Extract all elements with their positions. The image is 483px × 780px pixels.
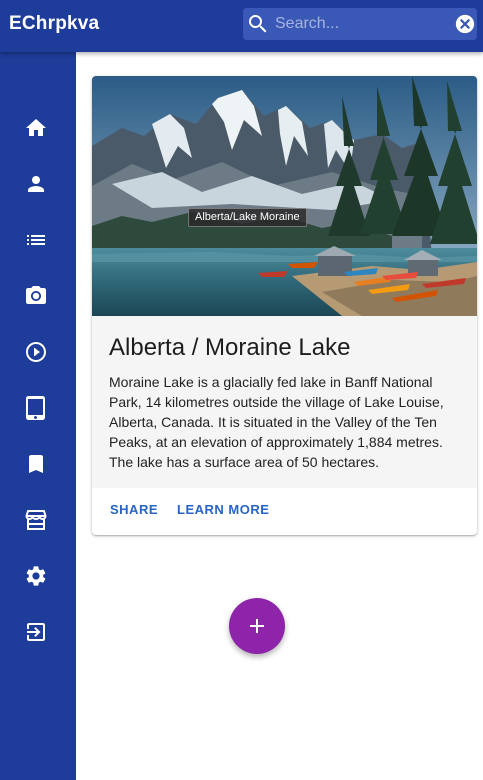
nav-item-tablet[interactable] <box>24 396 48 420</box>
tablet-icon <box>26 396 45 420</box>
clear-search-icon[interactable] <box>454 13 476 35</box>
image-tooltip: Alberta/Lake Moraine <box>188 208 307 227</box>
side-nav-drawer <box>0 52 76 780</box>
card-content: Alberta / Moraine Lake Moraine Lake is a… <box>92 316 477 488</box>
camera-icon <box>26 286 46 304</box>
nav-item-settings[interactable] <box>24 564 48 588</box>
play-circle-icon <box>26 342 46 362</box>
person-icon <box>28 176 44 192</box>
moraine-lake-photo <box>92 76 477 316</box>
store-icon <box>25 510 47 530</box>
nav-item-play[interactable] <box>24 340 48 364</box>
add-fab-button[interactable] <box>229 598 285 654</box>
app-bar: EChrpkva <box>0 0 483 52</box>
nav-item-logout[interactable] <box>24 620 48 644</box>
nav-item-bookmark[interactable] <box>24 452 48 476</box>
nav-item-camera[interactable] <box>24 284 48 308</box>
gear-icon <box>26 566 46 586</box>
search-icon <box>249 15 267 33</box>
nav-item-account[interactable] <box>24 172 48 196</box>
learn-more-button[interactable]: LEARN MORE <box>177 502 269 518</box>
exit-icon <box>27 623 45 641</box>
plus-icon <box>250 619 264 633</box>
card-description: Moraine Lake is a glacially fed lake in … <box>109 374 444 470</box>
nav-item-home[interactable] <box>24 116 48 140</box>
bookmark-icon <box>29 455 43 473</box>
search-input[interactable] <box>275 12 445 36</box>
list-icon <box>27 235 45 245</box>
nav-item-store[interactable] <box>24 508 48 532</box>
card-image: Alberta/Lake Moraine <box>92 76 477 316</box>
share-button[interactable]: SHARE <box>110 502 158 518</box>
search-box[interactable] <box>243 8 477 40</box>
app-title: EChrpkva <box>9 13 100 34</box>
home-icon <box>26 119 46 136</box>
card-actions: SHARE LEARN MORE <box>92 488 477 535</box>
nav-item-list[interactable] <box>24 228 48 252</box>
lake-card: Alberta/Lake Moraine Alberta / Moraine L… <box>92 76 477 535</box>
card-title: Alberta / Moraine Lake <box>109 334 351 361</box>
